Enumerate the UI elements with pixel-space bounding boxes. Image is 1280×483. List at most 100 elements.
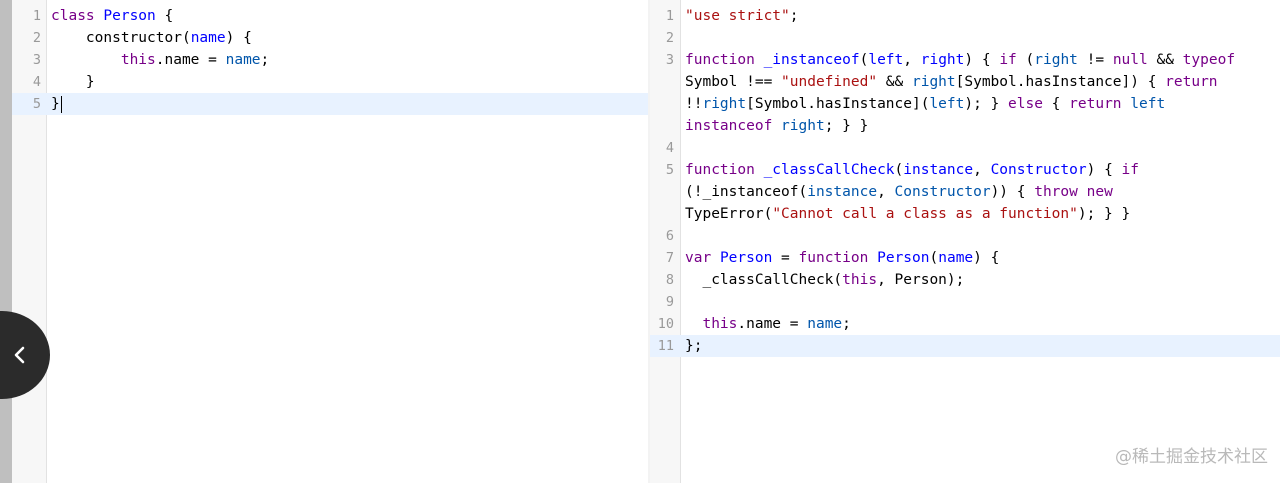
code-text: class Person {: [51, 5, 173, 27]
code-token: _classCallCheck: [763, 162, 895, 178]
text-cursor: [60, 95, 62, 113]
code-token: Constructor: [990, 162, 1087, 178]
code-token: Person: [877, 250, 930, 266]
code-token: instance: [807, 184, 878, 200]
line-number: 4: [32, 74, 41, 90]
code-token: ) {: [973, 250, 1000, 266]
line-number: 5: [665, 162, 674, 178]
code-text: instanceof right; } }: [685, 115, 868, 137]
watermark: @稀土掘金技术社区: [1115, 447, 1268, 467]
code-token: ); } }: [1077, 206, 1131, 222]
code-token: name: [938, 250, 974, 266]
code-text: "use strict";: [685, 5, 799, 27]
code-token: return: [1165, 74, 1218, 90]
code-line: 10 this.name = name;: [650, 313, 1280, 335]
code-line: 8 _classCallCheck(this, Person);: [650, 269, 1280, 291]
source-editor[interactable]: 1 class Person {2 constructor(name) {3 th…: [0, 0, 648, 483]
line-number: 2: [32, 30, 41, 46]
code-text: !!right[Symbol.hasInstance](left); } els…: [685, 93, 1165, 115]
code-text: constructor(name) {: [51, 27, 252, 49]
code-token: ) {: [964, 52, 1000, 68]
code-token: left: [929, 96, 965, 112]
code-token: (: [929, 250, 939, 266]
code-line: 2: [650, 27, 1280, 49]
line-number: 11: [657, 338, 674, 354]
code-token: Constructor: [894, 184, 991, 200]
code-token: ,: [903, 52, 921, 68]
code-token: right: [702, 96, 747, 112]
code-token: if: [1121, 162, 1139, 178]
code-text: _classCallCheck(this, Person);: [685, 269, 964, 291]
code-token: !!: [685, 96, 703, 112]
code-token: return: [1069, 96, 1122, 112]
code-token: Symbol !==: [685, 74, 782, 90]
code-token: }: [51, 96, 60, 112]
code-line: 3 function _instanceof(left, right) { if …: [650, 49, 1280, 71]
code-token: ,: [877, 184, 895, 200]
code-text: Symbol !== "undefined" && right[Symbol.h…: [685, 71, 1218, 93]
code-token: Person: [103, 8, 156, 24]
code-line: instanceof right; } }: [650, 115, 1280, 137]
line-number: 8: [665, 272, 674, 288]
code-token: ); }: [964, 96, 1009, 112]
code-token: .name =: [737, 316, 808, 332]
code-token: new: [1086, 184, 1113, 200]
chevron-left-icon: [14, 346, 25, 364]
code-line: 7 var Person = function Person(name) {: [650, 247, 1280, 269]
code-text: var Person = function Person(name) {: [685, 247, 999, 269]
code-token: left: [1130, 96, 1166, 112]
line-number: 9: [665, 294, 674, 310]
code-token: "use strict": [685, 8, 790, 24]
line-number: 3: [32, 52, 41, 68]
code-line: (!_instanceof(instance, Constructor)) { …: [650, 181, 1280, 203]
code-text: this.name = name;: [51, 49, 269, 71]
code-token: typeof: [1182, 52, 1236, 68]
code-token: )) {: [990, 184, 1035, 200]
code-token: _instanceof: [763, 52, 860, 68]
code-text: }: [51, 93, 62, 115]
line-number: 7: [665, 250, 674, 266]
code-text: TypeError("Cannot call a class as a func…: [685, 203, 1130, 225]
code-token: Person: [719, 250, 773, 266]
line-number: 1: [32, 8, 41, 24]
code-token: TypeError(: [685, 206, 773, 222]
code-text: function _instanceof(left, right) { if (…: [685, 49, 1235, 71]
code-token: ;: [789, 8, 799, 24]
code-token: ) {: [225, 30, 252, 46]
code-token: {: [155, 8, 174, 24]
code-token: (: [894, 162, 904, 178]
code-token: name: [225, 52, 261, 68]
code-text: (!_instanceof(instance, Constructor)) { …: [685, 181, 1113, 203]
code-token: instanceof: [685, 118, 773, 134]
code-token: (!_instanceof(: [685, 184, 808, 200]
line-number: 3: [665, 52, 674, 68]
line-number: 4: [665, 140, 674, 156]
code-token: ,: [973, 162, 991, 178]
code-line: !!right[Symbol.hasInstance](left); } els…: [650, 93, 1280, 115]
code-line: 1 class Person {: [12, 5, 648, 27]
code-lines: 1 "use strict"; 2 3 function _instanceof (lef…: [650, 5, 1280, 357]
code-line: 3 this.name = name;: [12, 49, 648, 71]
code-token: right: [1034, 52, 1078, 68]
code-token: function: [685, 162, 755, 178]
code-text: };: [685, 335, 702, 357]
code-token: name: [190, 30, 226, 46]
code-line: 9: [650, 291, 1280, 313]
code-token: _classCallCheck(: [685, 272, 843, 288]
line-number: 2: [665, 30, 674, 46]
code-token: , Person);: [877, 272, 965, 288]
scrollbar[interactable]: [0, 0, 12, 483]
code-token: this: [120, 52, 156, 68]
code-token: constructor(: [51, 30, 191, 46]
code-token: .name =: [155, 52, 226, 68]
code-text: function _classCallCheck(instance, Const…: [685, 159, 1139, 181]
code-line: 4 }: [12, 71, 648, 93]
code-line: Symbol !== "undefined" && right[Symbol.h…: [650, 71, 1280, 93]
